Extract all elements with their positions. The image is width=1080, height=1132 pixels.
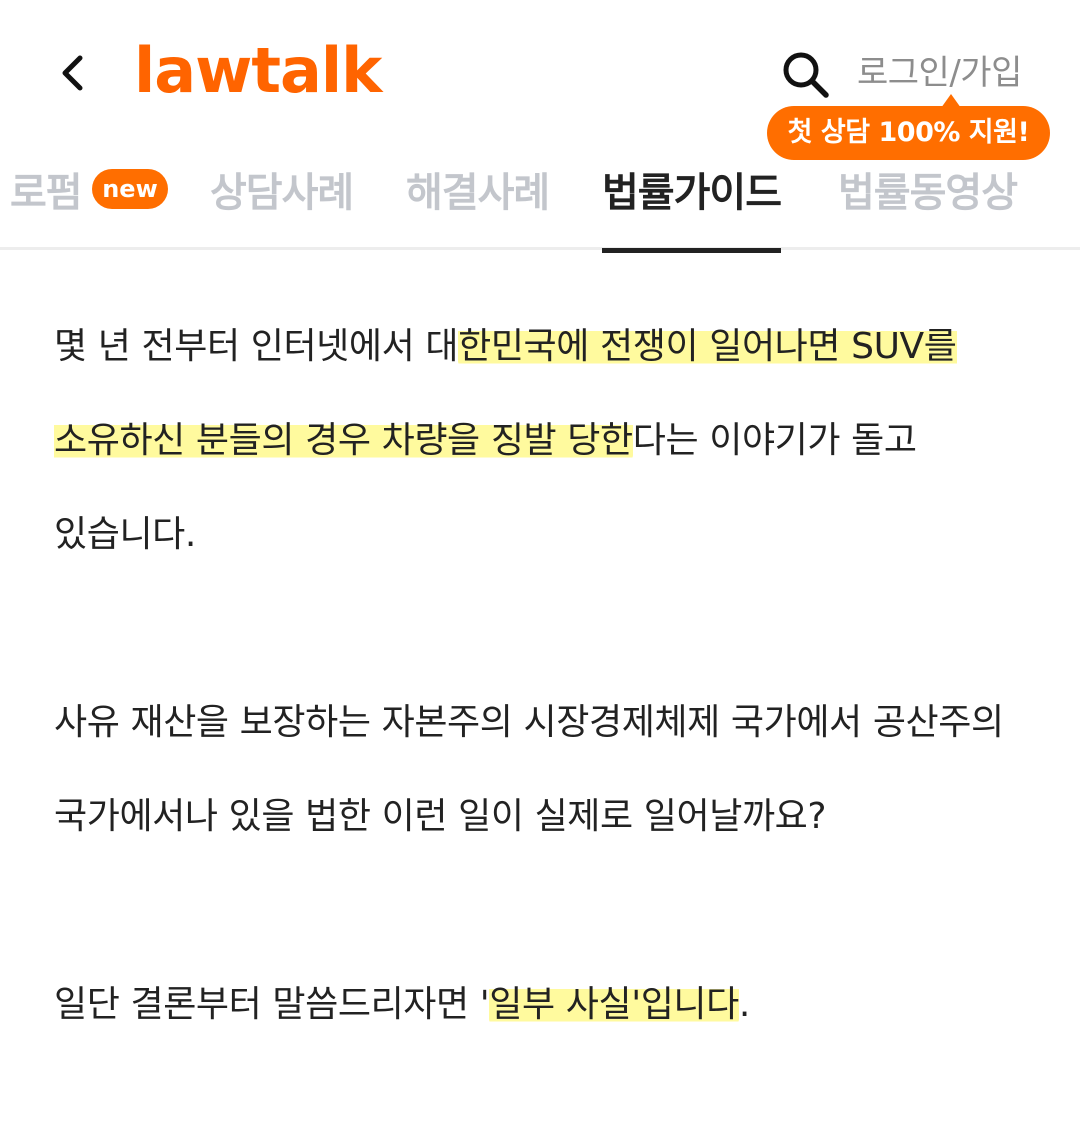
paragraph-text: . bbox=[738, 984, 750, 1025]
tab-legal-guide[interactable]: 법률가이드 bbox=[602, 162, 782, 253]
promo-badge[interactable]: 첫 상담 100% 지원! bbox=[767, 94, 1050, 160]
article-paragraph-1: 몇 년 전부터 인터넷에서 대한민국에 전쟁이 일어나면 SUV를 소유하신 분… bbox=[54, 300, 1044, 582]
tab-legal-videos[interactable]: 법률동영상 bbox=[838, 162, 1018, 250]
paragraph-text: 일단 결론부터 말씀드리자면 ' bbox=[54, 984, 490, 1025]
paragraph-text: 몇 년 전부터 인터넷에서 대 bbox=[54, 326, 459, 367]
search-button[interactable] bbox=[778, 47, 834, 103]
article-paragraph-2: 사유 재산을 보장하는 자본주의 시장경제체제 국가에서 공산주의 국가에서나 … bbox=[54, 702, 1004, 837]
chevron-left-icon bbox=[52, 48, 96, 98]
search-icon bbox=[778, 52, 834, 107]
article-paragraph-3: 일단 결론부터 말씀드리자면 '일부 사실'입니다. bbox=[54, 958, 1044, 1052]
back-button[interactable] bbox=[52, 48, 96, 98]
new-badge: new bbox=[92, 169, 168, 209]
highlighted-text: 일부 사실'입니다 bbox=[489, 984, 739, 1025]
tab-law-firm[interactable]: 로펌 bbox=[10, 162, 83, 250]
app-header: lawtalk 로그인/가입 첫 상담 100% 지원! bbox=[0, 0, 1080, 160]
tab-consult-cases[interactable]: 상담사례 bbox=[210, 162, 354, 250]
tab-resolved-cases[interactable]: 해결사례 bbox=[406, 162, 550, 250]
lawtalk-logo[interactable]: lawtalk bbox=[134, 28, 382, 114]
login-signup-link[interactable]: 로그인/가입 bbox=[857, 50, 1022, 96]
article-body: 몇 년 전부터 인터넷에서 대한민국에 전쟁이 일어나면 SUV를 소유하신 분… bbox=[54, 300, 1044, 1052]
